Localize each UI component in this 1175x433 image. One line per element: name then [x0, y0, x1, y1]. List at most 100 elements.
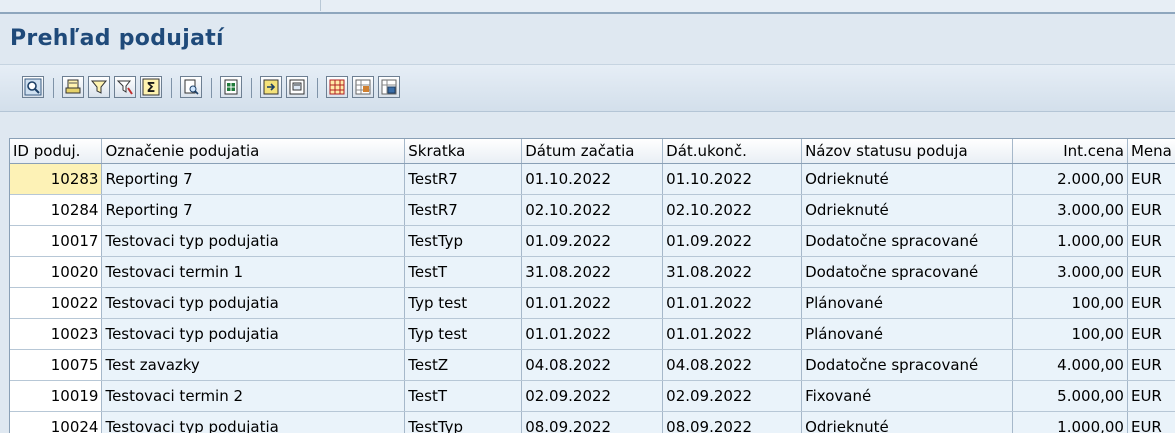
cell-designation[interactable]: Testovaci typ podujatia [102, 412, 405, 433]
col-header-status[interactable]: Názov statusu poduja [802, 139, 1013, 164]
cell-end-date[interactable]: 31.08.2022 [663, 257, 802, 288]
cell-id[interactable]: 10023 [10, 319, 102, 350]
cell-status[interactable]: Odrieknuté [802, 195, 1013, 226]
cell-id[interactable]: 10019 [10, 381, 102, 412]
cell-designation[interactable]: Testovaci termin 2 [102, 381, 405, 412]
cell-status[interactable]: Odrieknuté [802, 412, 1013, 433]
table-row[interactable]: 10075Test zavazkyTestZ04.08.202204.08.20… [10, 350, 1175, 381]
cell-start-date[interactable]: 02.09.2022 [522, 381, 663, 412]
cell-status[interactable]: Fixované [802, 381, 1013, 412]
cell-id[interactable]: 10024 [10, 412, 102, 433]
cell-designation[interactable]: Testovaci termin 1 [102, 257, 405, 288]
cell-start-date[interactable]: 04.08.2022 [522, 350, 663, 381]
sort-ascending-icon[interactable] [62, 76, 84, 98]
filter-icon[interactable] [114, 76, 136, 98]
cell-short[interactable]: TestTyp [405, 226, 522, 257]
select-layout-icon[interactable] [352, 76, 374, 98]
cell-start-date[interactable]: 31.08.2022 [522, 257, 663, 288]
cell-end-date[interactable]: 02.10.2022 [663, 195, 802, 226]
cell-short[interactable]: TestR7 [405, 164, 522, 195]
cell-price[interactable]: 100,00 [1013, 288, 1128, 319]
cell-end-date[interactable]: 01.01.2022 [663, 319, 802, 350]
cell-id[interactable]: 10284 [10, 195, 102, 226]
change-layout-icon[interactable] [326, 76, 348, 98]
cell-currency[interactable]: EUR [1127, 412, 1175, 433]
col-header-id[interactable]: ID poduj. [10, 139, 102, 164]
export-spreadsheet-icon[interactable] [220, 76, 242, 98]
table-row[interactable]: 10023Testovaci typ podujatiaTyp test01.0… [10, 319, 1175, 350]
cell-start-date[interactable]: 08.09.2022 [522, 412, 663, 433]
cell-status[interactable]: Odrieknuté [802, 164, 1013, 195]
sum-icon[interactable]: Σ [140, 76, 162, 98]
cell-start-date[interactable]: 02.10.2022 [522, 195, 663, 226]
cell-currency[interactable]: EUR [1127, 319, 1175, 350]
sort-descending-icon[interactable] [88, 76, 110, 98]
cell-start-date[interactable]: 01.09.2022 [522, 226, 663, 257]
cell-status[interactable]: Dodatočne spracované [802, 226, 1013, 257]
cell-id[interactable]: 10017 [10, 226, 102, 257]
cell-short[interactable]: TestZ [405, 350, 522, 381]
cell-id[interactable]: 10075 [10, 350, 102, 381]
cell-currency[interactable]: EUR [1127, 164, 1175, 195]
cell-status[interactable]: Plánované [802, 288, 1013, 319]
cell-price[interactable]: 5.000,00 [1013, 381, 1128, 412]
cell-currency[interactable]: EUR [1127, 257, 1175, 288]
cell-designation[interactable]: Testovaci typ podujatia [102, 319, 405, 350]
cell-id[interactable]: 10022 [10, 288, 102, 319]
col-header-short[interactable]: Skratka [405, 139, 522, 164]
col-header-currency[interactable]: Mena [1127, 139, 1175, 164]
cell-id[interactable]: 10020 [10, 257, 102, 288]
cell-id[interactable]: 10283 [10, 164, 102, 195]
cell-designation[interactable]: Reporting 7 [102, 164, 405, 195]
col-header-end-date[interactable]: Dát.ukonč. [663, 139, 802, 164]
col-header-price[interactable]: Int.cena [1013, 139, 1128, 164]
cell-designation[interactable]: Testovaci typ podujatia [102, 226, 405, 257]
cell-end-date[interactable]: 04.08.2022 [663, 350, 802, 381]
table-row[interactable]: 10020Testovaci termin 1TestT31.08.202231… [10, 257, 1175, 288]
cell-end-date[interactable]: 02.09.2022 [663, 381, 802, 412]
col-header-start-date[interactable]: Dátum začatia [522, 139, 663, 164]
cell-designation[interactable]: Reporting 7 [102, 195, 405, 226]
cell-currency[interactable]: EUR [1127, 195, 1175, 226]
table-row[interactable]: 10022Testovaci typ podujatiaTyp test01.0… [10, 288, 1175, 319]
table-row[interactable]: 10284Reporting 7TestR702.10.202202.10.20… [10, 195, 1175, 226]
cell-price[interactable]: 100,00 [1013, 319, 1128, 350]
cell-price[interactable]: 1.000,00 [1013, 226, 1128, 257]
cell-designation[interactable]: Testovaci typ podujatia [102, 288, 405, 319]
cell-start-date[interactable]: 01.10.2022 [522, 164, 663, 195]
cell-start-date[interactable]: 01.01.2022 [522, 288, 663, 319]
cell-status[interactable]: Plánované [802, 319, 1013, 350]
cell-end-date[interactable]: 01.10.2022 [663, 164, 802, 195]
table-row[interactable]: 10024Testovaci typ podujatiaTestTyp08.09… [10, 412, 1175, 433]
cell-short[interactable]: TestTyp [405, 412, 522, 433]
cell-end-date[interactable]: 08.09.2022 [663, 412, 802, 433]
table-row[interactable]: 10017Testovaci typ podujatiaTestTyp01.09… [10, 226, 1175, 257]
details-magnifier-icon[interactable] [22, 76, 44, 98]
cell-price[interactable]: 4.000,00 [1013, 350, 1128, 381]
word-processing-icon[interactable] [286, 76, 308, 98]
cell-price[interactable]: 1.000,00 [1013, 412, 1128, 433]
cell-currency[interactable]: EUR [1127, 350, 1175, 381]
cell-status[interactable]: Dodatočne spracované [802, 350, 1013, 381]
cell-short[interactable]: Typ test [405, 319, 522, 350]
table-row[interactable]: 10283Reporting 7TestR701.10.202201.10.20… [10, 164, 1175, 195]
cell-price[interactable]: 3.000,00 [1013, 257, 1128, 288]
local-file-icon[interactable] [260, 76, 282, 98]
cell-end-date[interactable]: 01.09.2022 [663, 226, 802, 257]
cell-short[interactable]: Typ test [405, 288, 522, 319]
cell-price[interactable]: 2.000,00 [1013, 164, 1128, 195]
cell-currency[interactable]: EUR [1127, 226, 1175, 257]
cell-end-date[interactable]: 01.01.2022 [663, 288, 802, 319]
cell-status[interactable]: Dodatočne spracované [802, 257, 1013, 288]
cell-short[interactable]: TestT [405, 381, 522, 412]
print-preview-icon[interactable] [180, 76, 202, 98]
cell-currency[interactable]: EUR [1127, 288, 1175, 319]
cell-start-date[interactable]: 01.01.2022 [522, 319, 663, 350]
table-row[interactable]: 10019Testovaci termin 2TestT02.09.202202… [10, 381, 1175, 412]
cell-price[interactable]: 3.000,00 [1013, 195, 1128, 226]
save-layout-icon[interactable] [378, 76, 400, 98]
col-header-designation[interactable]: Označenie podujatia [102, 139, 405, 164]
cell-short[interactable]: TestR7 [405, 195, 522, 226]
cell-designation[interactable]: Test zavazky [102, 350, 405, 381]
cell-short[interactable]: TestT [405, 257, 522, 288]
